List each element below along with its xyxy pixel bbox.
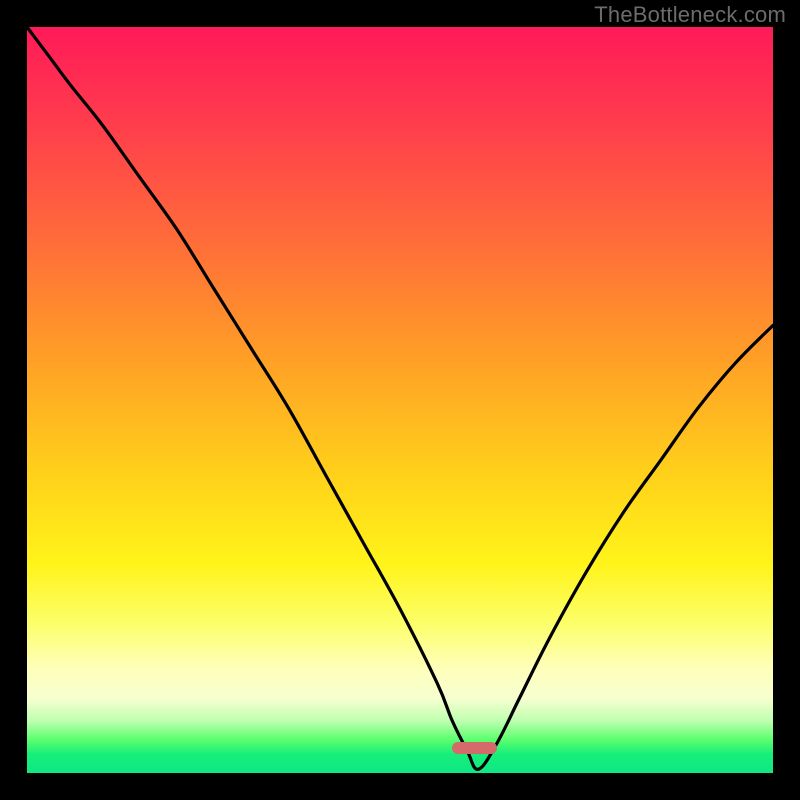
plot-area <box>27 27 773 773</box>
watermark-text: TheBottleneck.com <box>594 2 786 28</box>
bottleneck-curve <box>27 27 773 773</box>
chart-frame: TheBottleneck.com <box>0 0 800 800</box>
optimum-marker <box>452 742 497 754</box>
